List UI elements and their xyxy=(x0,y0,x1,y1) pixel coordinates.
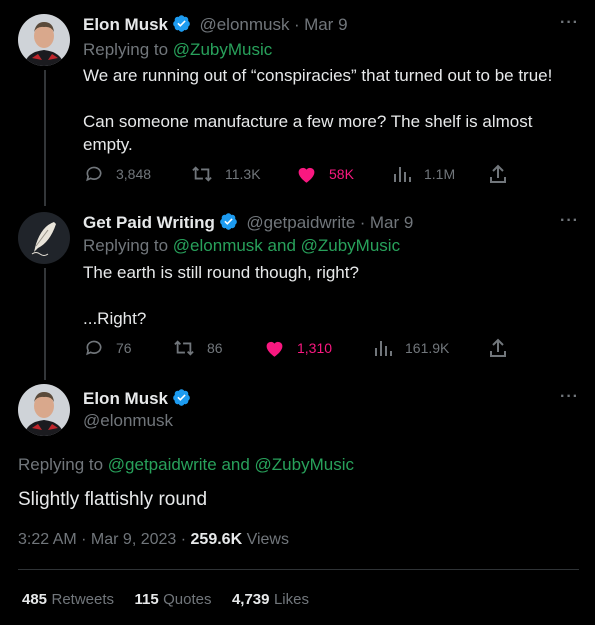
tweet-text: The earth is still round though, right? … xyxy=(83,263,359,328)
reply-button[interactable]: 76 xyxy=(84,338,132,358)
handle[interactable]: @elonmusk xyxy=(83,411,173,431)
more-options-icon[interactable]: ··· xyxy=(560,388,579,406)
stat-likes[interactable]: 4,739 Likes xyxy=(232,591,309,608)
like-count: 1,310 xyxy=(297,340,333,356)
tweet-text: We are running out of “conspiracies” tha… xyxy=(83,66,553,154)
stat-quotes[interactable]: 115 Quotes xyxy=(134,591,211,608)
stat-retweets[interactable]: 485 Retweets xyxy=(22,591,114,608)
author-name-row: Elon Musk xyxy=(83,388,191,412)
avatar[interactable] xyxy=(18,384,70,436)
like-button[interactable]: 1,310 xyxy=(264,338,332,358)
likes-label: Likes xyxy=(273,591,309,608)
replying-to-link[interactable]: @getpaidwrite and @ZubyMusic xyxy=(108,455,354,474)
replying-to-link[interactable]: @ZubyMusic xyxy=(173,40,272,59)
views-button[interactable]: 161.9K xyxy=(373,338,449,358)
heart-icon xyxy=(266,341,283,357)
share-button[interactable] xyxy=(488,338,520,358)
avatar[interactable] xyxy=(18,212,70,264)
replying-to: Replying to @elonmusk and @ZubyMusic xyxy=(83,236,400,256)
handle[interactable]: @getpaidwrite xyxy=(246,213,355,232)
retweets-label: Retweets xyxy=(51,591,115,608)
quotes-label: Quotes xyxy=(163,591,212,608)
views-label: Views xyxy=(246,531,289,548)
tweet-meta: 3:22 AM · Mar 9, 2023 · 259.6K Views xyxy=(18,531,289,549)
replying-to-link[interactable]: @elonmusk and @ZubyMusic xyxy=(173,236,400,255)
display-name[interactable]: Get Paid Writing xyxy=(83,213,215,232)
likes-count: 4,739 xyxy=(231,591,270,608)
retweet-icon xyxy=(174,340,194,356)
display-name[interactable]: Elon Musk xyxy=(83,389,168,408)
views-count: 1.1M xyxy=(424,166,456,182)
replying-prefix: Replying to xyxy=(83,40,169,59)
verified-badge-icon xyxy=(172,388,191,412)
tweet-header: Elon Musk @elonmusk · Mar 9 xyxy=(83,14,348,38)
like-count: 58K xyxy=(329,166,354,182)
reply-count: 76 xyxy=(116,340,132,356)
views-icon xyxy=(394,167,411,182)
more-options-icon[interactable]: ··· xyxy=(560,14,579,32)
heart-icon xyxy=(298,167,315,183)
more-options-icon[interactable]: ··· xyxy=(560,212,579,230)
tweet-header: Get Paid Writing @getpaidwrite · Mar 9 xyxy=(83,212,413,236)
share-icon xyxy=(490,338,506,357)
separator: · xyxy=(359,213,366,232)
retweet-count: 11.3K xyxy=(225,166,261,182)
reply-icon xyxy=(86,340,102,356)
thread-line xyxy=(44,70,46,206)
share-button[interactable] xyxy=(488,164,520,184)
retweet-icon xyxy=(192,166,212,182)
views-total: 259.6K xyxy=(190,531,243,548)
tweet-date[interactable]: Mar 9 xyxy=(304,15,347,34)
retweet-button[interactable]: 11.3K xyxy=(191,164,261,184)
like-button[interactable]: 58K xyxy=(296,164,354,184)
retweet-button[interactable]: 86 xyxy=(173,338,223,358)
tweet-text: Slightly flattishly round xyxy=(18,489,208,510)
reply-icon xyxy=(86,166,102,182)
avatar[interactable] xyxy=(18,14,70,66)
share-icon xyxy=(490,164,506,183)
verified-badge-icon xyxy=(219,212,238,236)
separator: · xyxy=(293,15,300,34)
views-count: 161.9K xyxy=(405,340,450,356)
tweet-date[interactable]: Mar 9 xyxy=(370,213,413,232)
replying-to: Replying to @getpaidwrite and @ZubyMusic xyxy=(18,455,354,475)
views-button[interactable]: 1.1M xyxy=(392,164,455,184)
retweet-count: 86 xyxy=(207,340,223,356)
replying-to: Replying to @ZubyMusic xyxy=(83,40,272,60)
retweets-count: 485 xyxy=(22,591,48,608)
display-name[interactable]: Elon Musk xyxy=(83,15,168,34)
views-icon xyxy=(375,341,392,356)
engagement-stats: 485 Retweets 115 Quotes 4,739 Likes xyxy=(22,591,309,609)
divider xyxy=(18,569,579,570)
replying-prefix: Replying to xyxy=(83,236,169,255)
replying-prefix: Replying to xyxy=(18,455,104,474)
quotes-count: 115 xyxy=(134,591,159,608)
timestamp[interactable]: 3:22 AM · Mar 9, 2023 · xyxy=(18,531,186,548)
handle[interactable]: @elonmusk xyxy=(199,15,289,34)
verified-badge-icon xyxy=(172,14,191,38)
thread-line xyxy=(44,268,46,380)
reply-button[interactable]: 3,848 xyxy=(84,164,151,184)
reply-count: 3,848 xyxy=(116,166,152,182)
